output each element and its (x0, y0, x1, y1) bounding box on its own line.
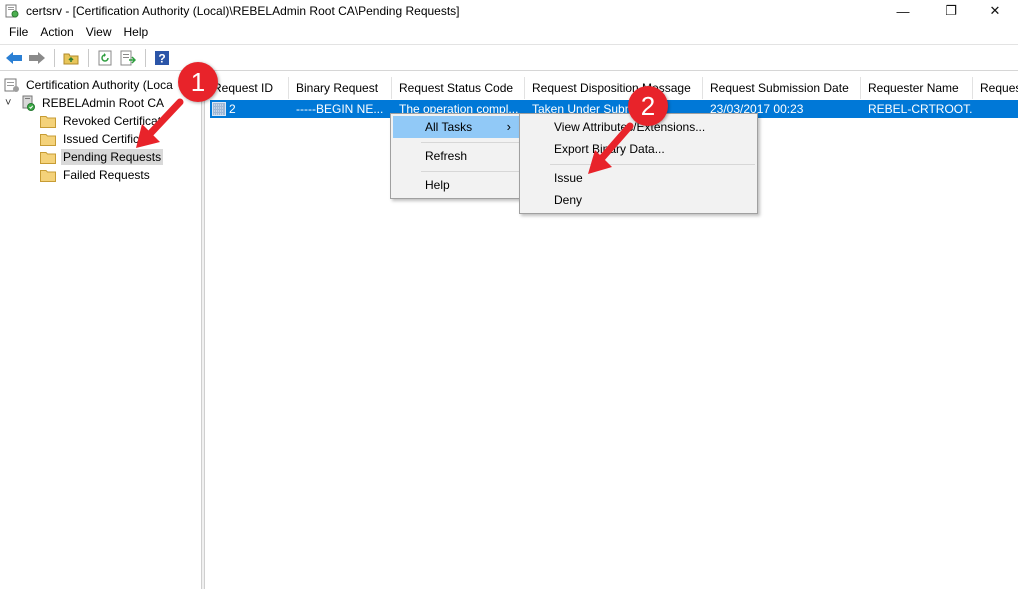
column-header-request-id[interactable]: Request ID (206, 77, 289, 99)
column-header-row: Request ID Binary Request Request Status… (206, 77, 1018, 99)
title-bar: certsrv - [Certification Authority (Loca… (0, 0, 1018, 22)
tree-item-issued-certificates[interactable]: Issued Certific (40, 130, 141, 148)
submenu-arrow-icon: › (506, 119, 511, 134)
certsrv-app-icon[interactable] (4, 3, 20, 19)
menu-item-all-tasks[interactable]: All Tasks › (393, 116, 520, 138)
toolbar: ? (0, 44, 1018, 71)
folder-icon (40, 133, 56, 146)
folder-icon (40, 151, 56, 164)
toolbar-separator (54, 48, 55, 67)
tree-item-failed-requests[interactable]: Failed Requests (40, 166, 152, 184)
menu-item-refresh[interactable]: Refresh (393, 145, 520, 167)
menu-help[interactable]: Help (118, 22, 155, 42)
menu-separator (421, 171, 519, 172)
window-title: certsrv - [Certification Authority (Loca… (26, 4, 460, 18)
help-icon[interactable]: ? (151, 48, 173, 68)
menu-item-deny[interactable]: Deny (522, 189, 755, 211)
cell-binary-request: -----BEGIN NE... (296, 102, 384, 116)
menu-file[interactable]: File (3, 22, 34, 42)
close-button[interactable]: ✕ (972, 0, 1018, 22)
column-header-submission-date[interactable]: Request Submission Date (703, 77, 861, 99)
menu-action[interactable]: Action (34, 22, 79, 42)
toolbar-separator (88, 48, 89, 67)
back-arrow-icon[interactable] (3, 48, 25, 68)
tree-item-label: Failed Requests (63, 168, 150, 182)
column-header-request[interactable]: Request (973, 77, 1018, 99)
menu-separator (421, 142, 519, 143)
column-header-requester-name[interactable]: Requester Name (861, 77, 973, 99)
menu-bar: File Action View Help (0, 22, 1018, 42)
menu-item-help[interactable]: Help (393, 174, 520, 196)
ca-server-icon (20, 95, 36, 111)
cell-request-id: 2 (210, 100, 289, 118)
svg-text:?: ? (158, 51, 165, 65)
chevron-down-icon[interactable]: ˅ (5, 97, 18, 109)
column-header-status-code[interactable]: Request Status Code (392, 77, 525, 99)
minimize-button[interactable]: — (880, 0, 926, 22)
refresh-icon[interactable] (94, 48, 116, 68)
folder-icon (40, 169, 56, 182)
toolbar-separator (145, 48, 146, 67)
export-list-icon[interactable] (117, 48, 139, 68)
column-header-binary-request[interactable]: Binary Request (289, 77, 392, 99)
annotation-badge-2: 2 (628, 86, 668, 126)
maximize-button[interactable]: ❐ (928, 0, 974, 22)
column-header-disposition[interactable]: Request Disposition Message (525, 77, 703, 99)
pending-request-icon (212, 102, 226, 116)
pane-splitter[interactable] (201, 72, 205, 589)
folder-icon (40, 115, 56, 128)
cell-requester-name: REBEL-CRTROOT... (868, 102, 973, 116)
context-menu: All Tasks › Refresh Help (390, 113, 523, 199)
annotation-badge-1: 1 (178, 62, 218, 102)
menu-item-label: All Tasks (425, 120, 473, 134)
request-id-value: 2 (229, 102, 236, 116)
certificate-authority-icon (4, 77, 20, 93)
up-folder-icon[interactable] (60, 48, 82, 68)
menu-view[interactable]: View (80, 22, 118, 42)
forward-arrow-icon[interactable] (26, 48, 48, 68)
